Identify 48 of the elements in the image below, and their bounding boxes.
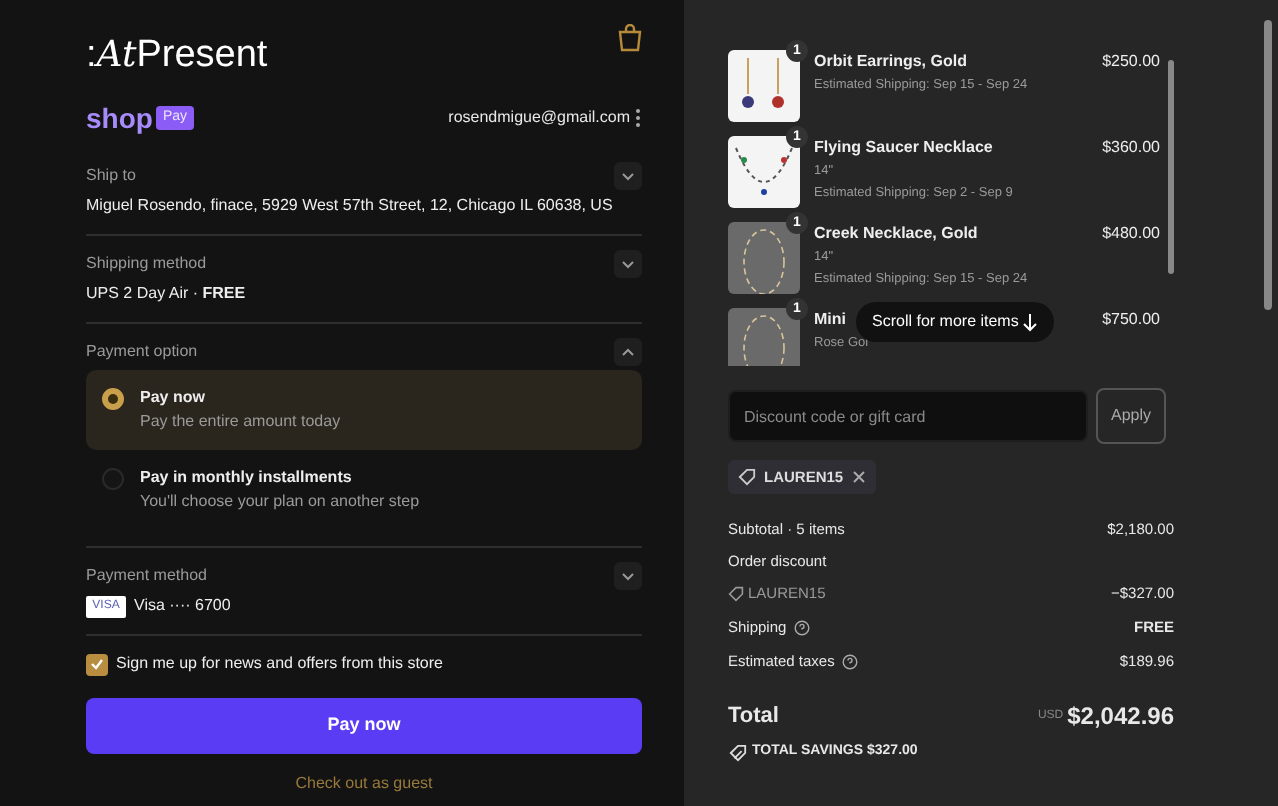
pay-now-button[interactable]: Pay now	[86, 698, 642, 754]
section-label: Ship to	[86, 164, 136, 188]
product-price: $360.00	[1100, 136, 1160, 160]
tag-icon	[738, 468, 756, 487]
option-title: Pay in monthly installments	[140, 466, 354, 490]
option-subtitle: Pay the entire amount today	[140, 410, 341, 434]
option-title: Pay now	[140, 386, 207, 410]
option-subtitle: You'll choose your plan on another step	[140, 490, 420, 514]
product-name: Orbit Earrings, Gold	[814, 50, 967, 74]
chevron-down-icon[interactable]	[614, 250, 642, 278]
selected-option-background[interactable]: Pay now Pay the entire amount today	[86, 370, 642, 450]
shop-pay-logo: shop	[86, 104, 153, 132]
section-label: Shipping method	[86, 252, 207, 276]
product-name: Flying Saucer Necklace	[814, 136, 993, 160]
total-label: Total	[728, 702, 779, 732]
product-price: $250.00	[1100, 50, 1160, 74]
scrollbar-thumb[interactable]	[1168, 60, 1174, 274]
chevron-down-icon[interactable]	[614, 162, 642, 190]
radio-button[interactable]	[102, 388, 124, 410]
section-label: Payment method	[86, 564, 207, 588]
more-options-icon[interactable]	[634, 108, 642, 128]
product-price: $750.00	[1100, 308, 1160, 332]
newsletter-label: Sign me up for news and offers from this store	[116, 652, 443, 676]
down-arrow-icon	[1022, 313, 1039, 331]
guest-checkout-link[interactable]: Check out as guest	[295, 774, 433, 792]
help-icon[interactable]	[794, 619, 811, 636]
chevron-down-icon[interactable]	[614, 562, 642, 590]
product-price: $480.00	[1100, 222, 1160, 246]
help-icon[interactable]	[842, 653, 859, 670]
scrollbar-thumb[interactable]	[1264, 20, 1272, 310]
section-value: Miguel Rosendo, finace, 5929 West 57th Street, 12, Chicago IL 60638, US	[86, 194, 615, 218]
radio-button[interactable]	[102, 468, 124, 490]
newsletter-checkbox[interactable]	[86, 653, 108, 675]
card-number: Visa ···· 6700	[134, 594, 231, 618]
account-email: rosendmigue@gmail.com	[448, 106, 630, 130]
store-logo[interactable]: :AtPresent	[86, 0, 268, 88]
total-amount: $2,042.96	[1067, 700, 1174, 735]
section-value: UPS 2 Day Air · FREE	[86, 282, 248, 306]
discount-code-field[interactable]: Discount code or gift card	[728, 390, 1088, 442]
product-name: Creek Necklace, Gold	[814, 222, 978, 246]
apply-button[interactable]: Apply	[1096, 388, 1166, 444]
shopping-bag-icon[interactable]	[618, 24, 642, 52]
close-icon[interactable]	[851, 470, 866, 485]
product-name: Mini	[814, 308, 846, 332]
section-label: Payment option	[86, 340, 198, 364]
chevron-up-icon[interactable]	[614, 338, 642, 366]
tag-icon	[728, 585, 744, 602]
tags-icon	[728, 744, 748, 762]
